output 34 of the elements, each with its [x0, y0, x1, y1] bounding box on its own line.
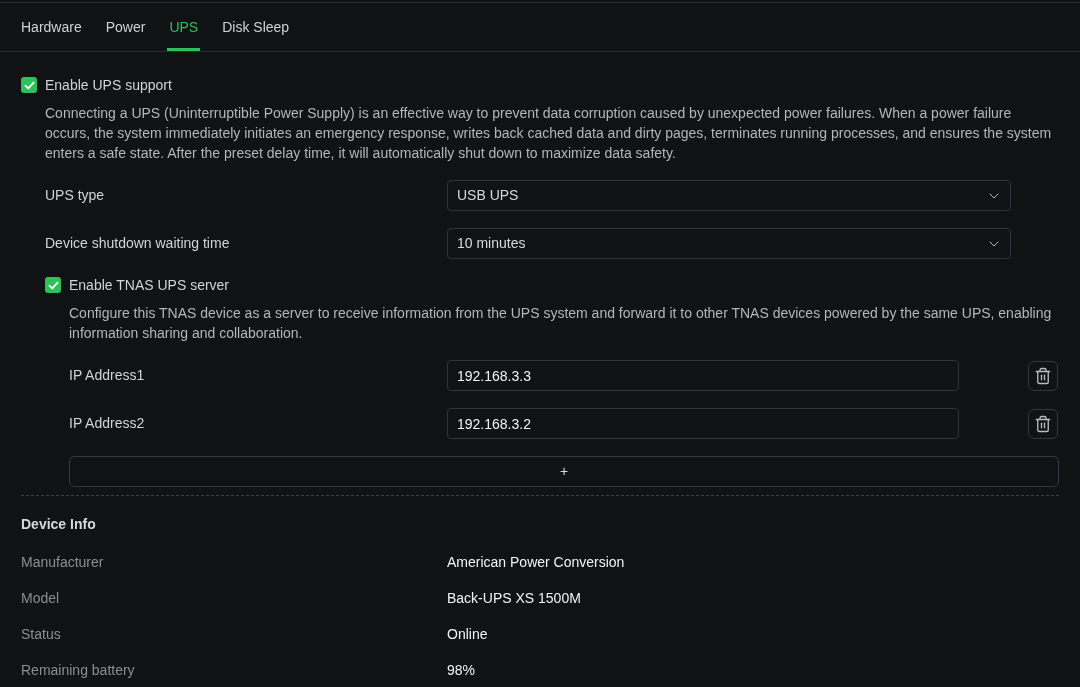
ip-address-field[interactable]: 192.168.3.2: [447, 408, 959, 439]
dropdown[interactable]: 10 minutes: [447, 228, 1011, 259]
ip-address-field[interactable]: 192.168.3.3: [447, 360, 959, 391]
checkmark-icon: [47, 279, 59, 291]
ip-address-label: IP Address1: [69, 366, 146, 385]
ip-address-label: IP Address2: [69, 414, 146, 433]
checkbox-label: Enable TNAS UPS server: [69, 275, 230, 295]
checkbox[interactable]: [21, 77, 37, 93]
info-label: Status: [21, 625, 62, 644]
checkmark-icon: [23, 79, 35, 91]
add-button[interactable]: +: [69, 456, 1059, 487]
tab[interactable]: Disk Sleep: [220, 3, 292, 51]
tab[interactable]: Power: [103, 3, 148, 51]
checkbox[interactable]: [45, 277, 61, 293]
setting-label: Device shutdown waiting time: [45, 234, 231, 253]
info-value: Back-UPS XS 1500M: [447, 589, 581, 608]
delete-button[interactable]: [1028, 408, 1058, 439]
description-text: Configure this TNAS device as a server to receive information from the UPS system and forward it to other TNAS devices powered by the same UPS, enabling information sharing and collaboration.: [69, 304, 1053, 343]
tab[interactable]: UPS: [167, 3, 201, 51]
info-label: Model: [21, 589, 61, 608]
info-value: Online: [447, 625, 488, 644]
checkbox-label: Enable UPS support: [45, 75, 172, 95]
delete-button[interactable]: [1028, 360, 1058, 391]
info-label: Manufacturer: [21, 553, 105, 572]
tab[interactable]: Hardware: [19, 3, 84, 51]
section-title: Device Info: [21, 515, 97, 534]
setting-label: UPS type: [45, 186, 106, 205]
info-value: American Power Conversion: [447, 553, 625, 572]
info-label: Remaining battery: [21, 661, 136, 680]
dropdown[interactable]: USB UPS: [447, 180, 1011, 211]
description-text: Connecting a UPS (Uninterruptible Power Supply) is an effective way to prevent data corruption caused by unexpected power failures. When a power failure occurs, the system immediately initiates an emergency response, writes back cached data and dirty pages, terminates running processes, and ensures the system enters a safe state. After the preset delay time, it will automatically shut down to maximize data safety.: [45, 104, 1053, 163]
trash-icon: [1034, 414, 1052, 433]
info-value: 98%: [447, 661, 476, 680]
trash-icon: [1034, 366, 1052, 385]
